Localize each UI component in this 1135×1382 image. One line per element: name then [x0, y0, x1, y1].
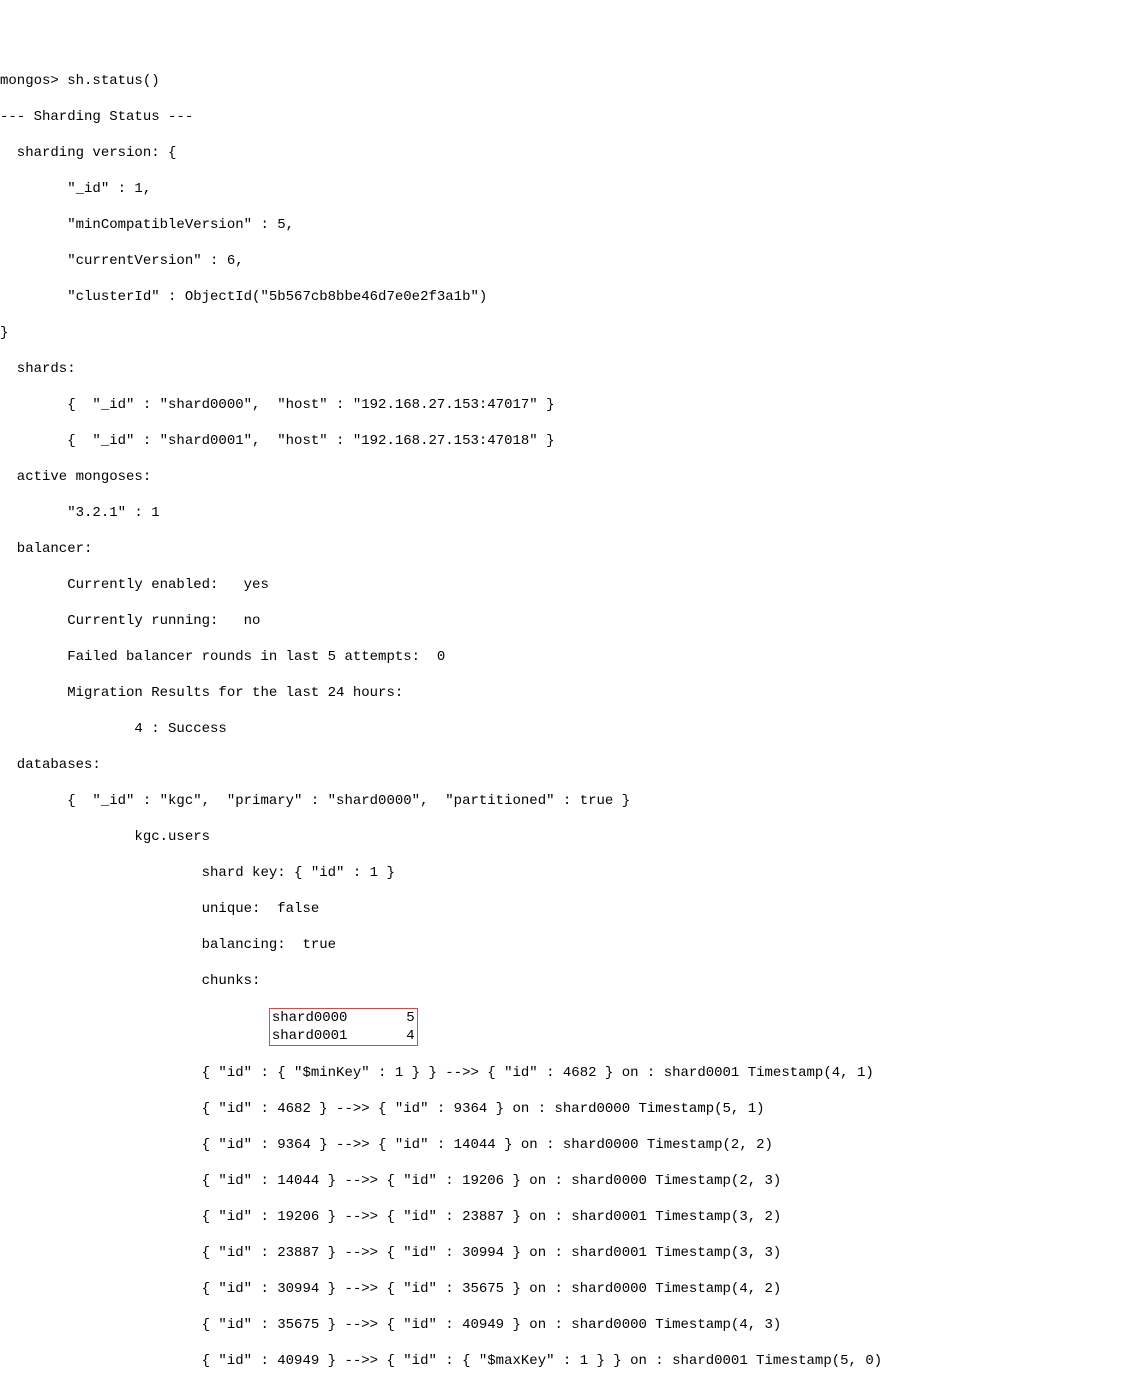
chunk-summary-shard0001: shard0001 4: [272, 1028, 415, 1044]
sharding-version-mincompat: "minCompatibleVersion" : 5,: [0, 216, 1135, 234]
chunk-range-3: { "id" : 14044 } -->> { "id" : 19206 } o…: [0, 1172, 1135, 1190]
status-header: --- Sharding Status ---: [0, 108, 1135, 126]
chunk-range-0: { "id" : { "$minKey" : 1 } } -->> { "id"…: [0, 1064, 1135, 1082]
chunk-range-8: { "id" : 40949 } -->> { "id" : { "$maxKe…: [0, 1352, 1135, 1370]
chunk-summary-box: shard0000 5 shard0001 4: [269, 1008, 418, 1046]
shard-entry-0: { "_id" : "shard0000", "host" : "192.168…: [0, 396, 1135, 414]
balancer-enabled: Currently enabled: yes: [0, 576, 1135, 594]
collection-name: kgc.users: [0, 828, 1135, 846]
balancer-migration: Migration Results for the last 24 hours:: [0, 684, 1135, 702]
chunk-range-7: { "id" : 35675 } -->> { "id" : 40949 } o…: [0, 1316, 1135, 1334]
balancer-success: 4 : Success: [0, 720, 1135, 738]
active-mongoses-value: "3.2.1" : 1: [0, 504, 1135, 522]
chunk-range-6: { "id" : 30994 } -->> { "id" : 35675 } o…: [0, 1280, 1135, 1298]
balancing: balancing: true: [0, 936, 1135, 954]
chunk-summary-line: shard0000 5 shard0001 4: [0, 1008, 1135, 1046]
chunks-label: chunks:: [0, 972, 1135, 990]
unique: unique: false: [0, 900, 1135, 918]
sharding-version-current: "currentVersion" : 6,: [0, 252, 1135, 270]
chunk-range-5: { "id" : 23887 } -->> { "id" : 30994 } o…: [0, 1244, 1135, 1262]
chunk-range-1: { "id" : 4682 } -->> { "id" : 9364 } on …: [0, 1100, 1135, 1118]
database-kgc: { "_id" : "kgc", "primary" : "shard0000"…: [0, 792, 1135, 810]
balancer-label: balancer:: [0, 540, 1135, 558]
databases-label: databases:: [0, 756, 1135, 774]
balancer-failed: Failed balancer rounds in last 5 attempt…: [0, 648, 1135, 666]
shard-key: shard key: { "id" : 1 }: [0, 864, 1135, 882]
brace-close: }: [0, 324, 1135, 342]
balancer-running: Currently running: no: [0, 612, 1135, 630]
sharding-version-clusterid: "clusterId" : ObjectId("5b567cb8bbe46d7e…: [0, 288, 1135, 306]
chunk-summary-shard0000: shard0000 5: [272, 1010, 415, 1026]
shard-entry-1: { "_id" : "shard0001", "host" : "192.168…: [0, 432, 1135, 450]
prompt-line: mongos> sh.status(): [0, 72, 1135, 90]
chunk-range-4: { "id" : 19206 } -->> { "id" : 23887 } o…: [0, 1208, 1135, 1226]
chunk-summary-prefix: [0, 1028, 269, 1044]
sharding-version-label: sharding version: {: [0, 144, 1135, 162]
shards-label: shards:: [0, 360, 1135, 378]
active-mongoses-label: active mongoses:: [0, 468, 1135, 486]
sharding-version-id: "_id" : 1,: [0, 180, 1135, 198]
chunk-range-2: { "id" : 9364 } -->> { "id" : 14044 } on…: [0, 1136, 1135, 1154]
